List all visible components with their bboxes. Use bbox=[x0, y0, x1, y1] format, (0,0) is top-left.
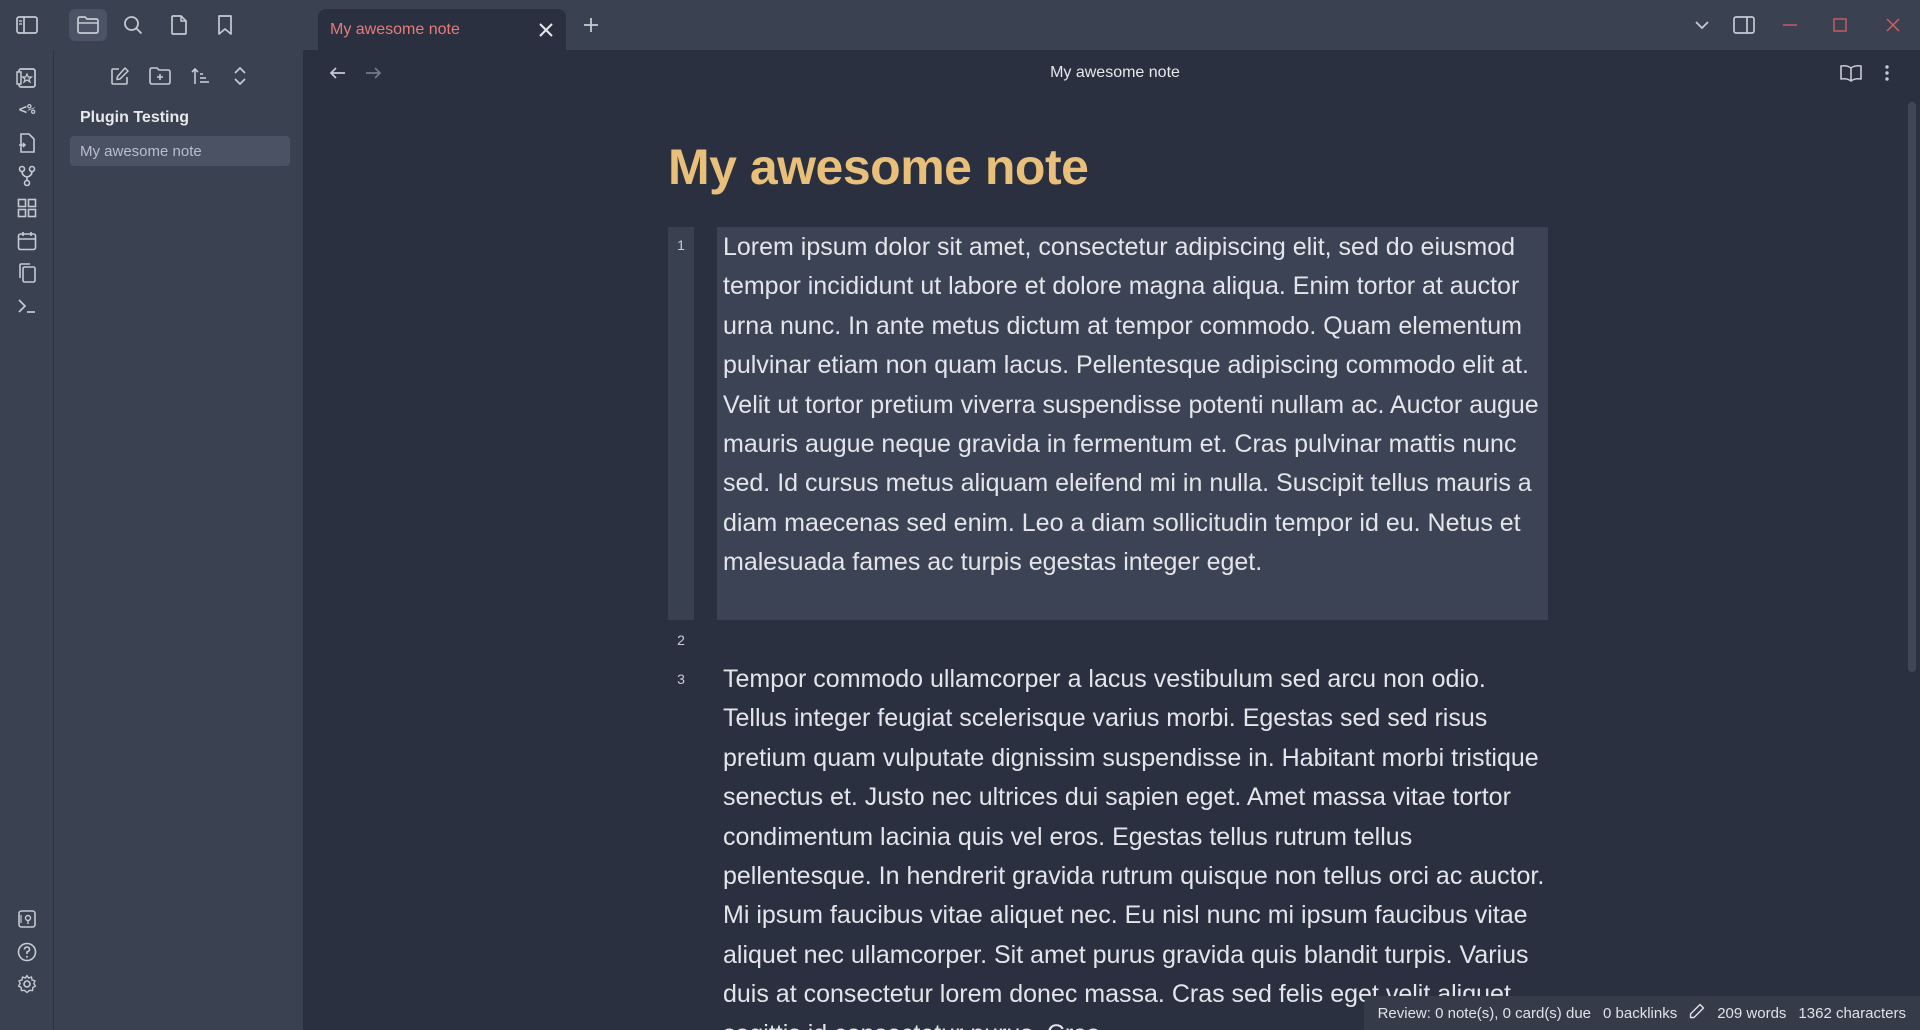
collapse-expand-icon[interactable] bbox=[224, 62, 256, 90]
file-explorer: Plugin Testing My awesome note bbox=[54, 50, 304, 1030]
line-number: 2 bbox=[677, 632, 685, 648]
maximize-icon[interactable] bbox=[1820, 9, 1860, 41]
settings-icon[interactable] bbox=[11, 968, 43, 1000]
copy-icon[interactable] bbox=[11, 257, 43, 289]
editor-pane: My awesome note My awesome note 1 2 3 Lo… bbox=[305, 50, 1920, 1030]
folder-icon[interactable] bbox=[69, 9, 107, 41]
line-number: 1 bbox=[677, 237, 685, 253]
close-icon[interactable] bbox=[532, 16, 560, 44]
note-title[interactable]: My awesome note bbox=[668, 138, 1089, 196]
pencil-icon[interactable] bbox=[1689, 1003, 1705, 1023]
title-bar: My awesome note bbox=[0, 0, 1920, 50]
new-folder-icon[interactable] bbox=[144, 62, 176, 90]
line-number: 3 bbox=[677, 671, 685, 687]
file-icon[interactable] bbox=[163, 9, 195, 41]
reading-view-icon[interactable] bbox=[1836, 58, 1866, 88]
backlinks-count[interactable]: 0 backlinks bbox=[1603, 1005, 1677, 1022]
flashcards-icon[interactable] bbox=[11, 62, 43, 94]
character-count: 1362 characters bbox=[1798, 1004, 1906, 1022]
ribbon: <% bbox=[0, 50, 54, 1030]
new-note-icon[interactable] bbox=[104, 62, 136, 90]
templater-icon[interactable]: <% bbox=[11, 94, 43, 126]
git-branch-icon[interactable] bbox=[11, 160, 43, 192]
file-switch-icon[interactable] bbox=[11, 127, 43, 159]
review-status[interactable]: Review: 0 note(s), 0 card(s) due bbox=[1378, 1005, 1591, 1022]
status-bar: Review: 0 note(s), 0 card(s) due 0 backl… bbox=[1363, 996, 1920, 1030]
app-window: My awesome note <% Plugin Testing My awe… bbox=[0, 0, 1920, 1030]
paragraph[interactable]: Lorem ipsum dolor sit amet, consectetur … bbox=[723, 228, 1548, 583]
help-icon[interactable] bbox=[11, 936, 43, 968]
window-close-icon[interactable] bbox=[1873, 9, 1913, 41]
word-count: 209 words bbox=[1717, 1004, 1787, 1022]
dashboard-icon[interactable] bbox=[11, 192, 43, 224]
vault-name: Plugin Testing bbox=[80, 109, 190, 126]
calendar-icon[interactable] bbox=[11, 225, 43, 257]
tab-my-awesome-note[interactable]: My awesome note bbox=[318, 9, 566, 50]
split-view-icon[interactable] bbox=[1728, 9, 1760, 41]
vault-icon[interactable] bbox=[11, 903, 43, 935]
terminal-icon[interactable] bbox=[11, 290, 43, 322]
file-item[interactable]: My awesome note bbox=[70, 136, 290, 166]
plus-icon[interactable] bbox=[575, 9, 607, 41]
scrollbar[interactable] bbox=[1908, 102, 1916, 672]
bookmark-icon[interactable] bbox=[209, 9, 241, 41]
view-header-title[interactable]: My awesome note bbox=[305, 64, 1920, 82]
explorer-toolbar bbox=[104, 62, 256, 90]
more-options-icon[interactable] bbox=[1872, 58, 1902, 88]
chevron-down-icon[interactable] bbox=[1686, 9, 1718, 41]
minimize-icon[interactable] bbox=[1770, 9, 1810, 41]
sidebar-toggle-icon[interactable] bbox=[11, 9, 43, 41]
search-icon[interactable] bbox=[117, 9, 149, 41]
paragraph[interactable]: Tempor commodo ullamcorper a lacus vesti… bbox=[723, 660, 1548, 1030]
active-line-gutter bbox=[668, 227, 694, 620]
tab-title: My awesome note bbox=[330, 20, 460, 38]
sort-icon[interactable] bbox=[184, 62, 216, 90]
